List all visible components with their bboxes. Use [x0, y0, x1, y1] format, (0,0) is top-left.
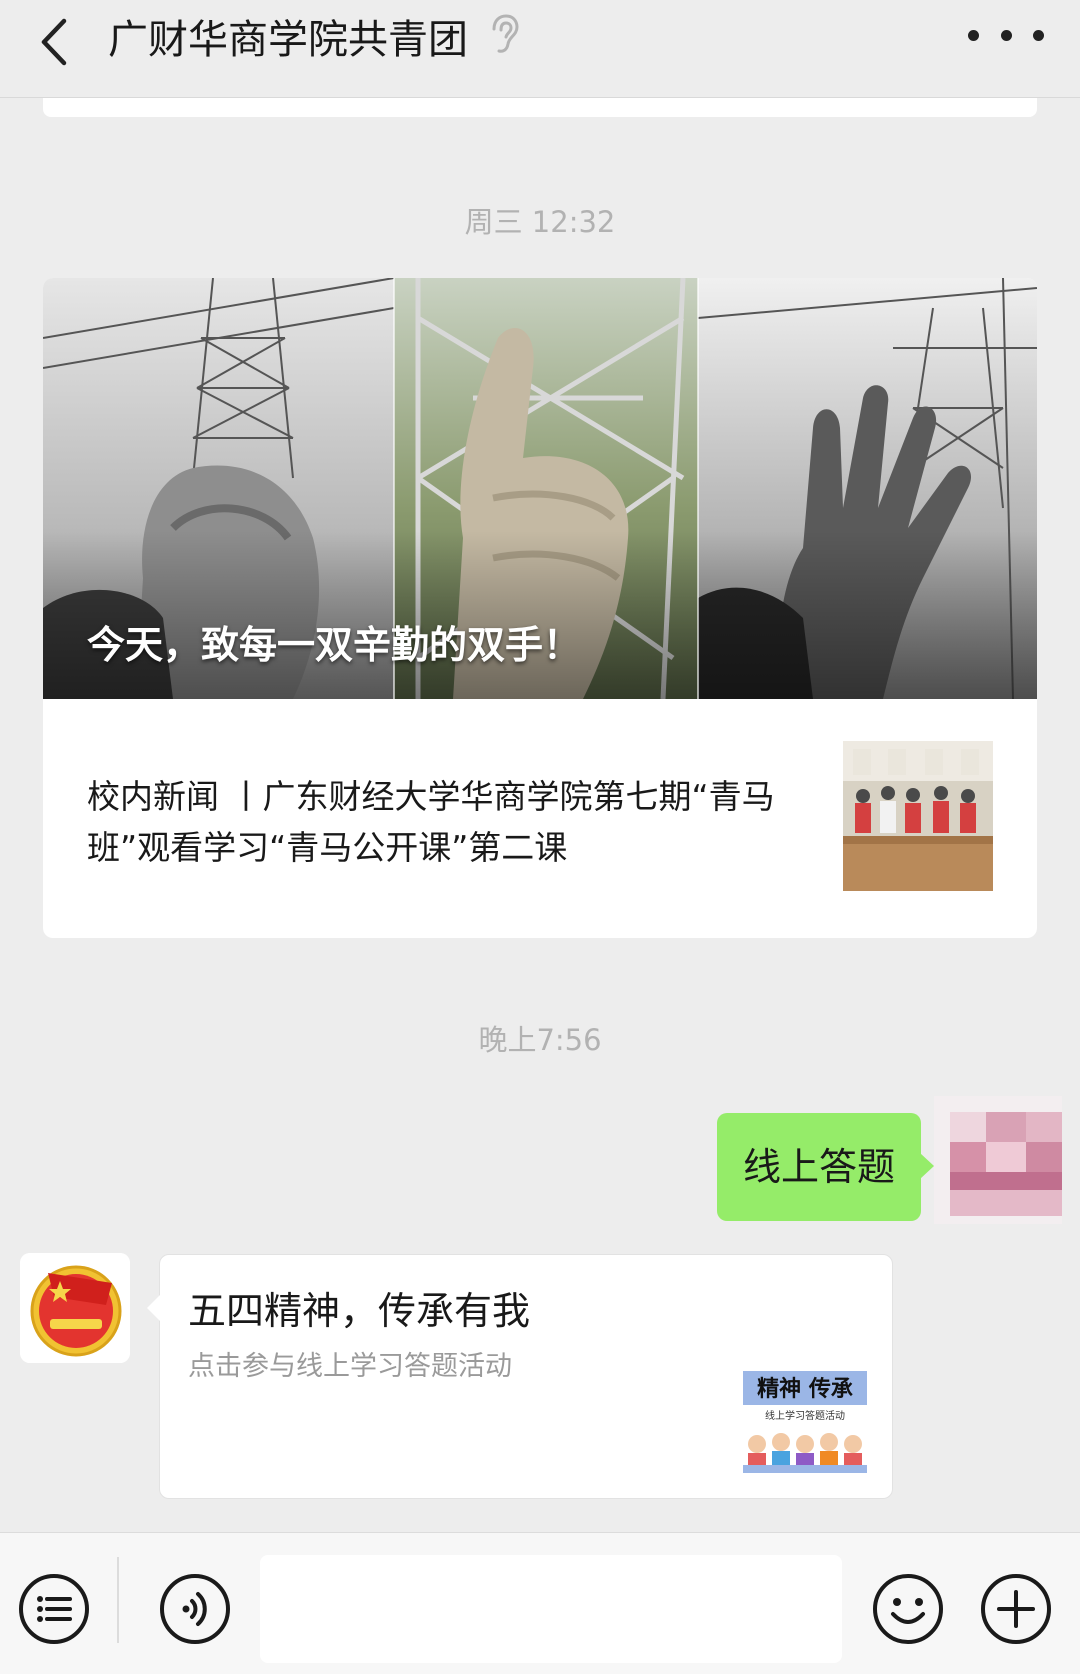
sub-article-item[interactable]: 校内新闻 丨广东财经大学华商学院第七期“青马班”观看学习“青马公开课”第二课	[43, 699, 1037, 938]
article-card[interactable]: 今天，致每一双辛勤的双手！ 校内新闻 丨广东财经大学华商学院第七期“青马班”观看…	[43, 278, 1037, 938]
official-account-avatar[interactable]	[20, 1253, 130, 1363]
link-card-thumbnail: 精神 传承 线上学习答题活动	[743, 1349, 867, 1473]
divider	[117, 1557, 119, 1643]
link-card-description: 点击参与线上学习答题活动	[188, 1351, 512, 1382]
voice-icon[interactable]	[158, 1572, 232, 1646]
message-input[interactable]	[260, 1555, 842, 1663]
avatar[interactable]	[934, 1096, 1062, 1224]
plus-icon[interactable]	[979, 1572, 1053, 1646]
chevron-left-icon	[41, 18, 67, 66]
top-bar: 广财华商学院共青团	[0, 0, 1080, 98]
emoji-icon[interactable]	[871, 1572, 945, 1646]
sub-article-title: 校内新闻 丨广东财经大学华商学院第七期“青马班”观看学习“青马公开课”第二课	[87, 777, 775, 867]
sub-article-thumbnail	[843, 741, 993, 891]
more-dots-icon	[968, 29, 979, 41]
chat-page: 广财华商学院共青团 周三 12:32 今天，致每一双辛勤的双手！ 校内新闻 丨广…	[0, 0, 1080, 1674]
back-button[interactable]	[30, 8, 90, 78]
ear-icon	[486, 13, 520, 55]
cover-caption: 今天，致每一双辛勤的双手！	[87, 623, 582, 667]
article-cover-image[interactable]: 今天，致每一双辛勤的双手！	[43, 278, 1037, 699]
timestamp: 周三 12:32	[464, 205, 616, 239]
thumb-sub-text: 线上学习答题活动	[765, 1409, 845, 1422]
menu-list-icon[interactable]	[17, 1572, 91, 1646]
timestamp: 晚上7:56	[478, 1023, 602, 1057]
input-bar	[0, 1532, 1080, 1674]
thumb-main-text: 精神 传承	[757, 1376, 853, 1402]
chat-title: 广财华商学院共青团	[108, 17, 468, 63]
link-card-title: 五四精神，传承有我	[188, 1289, 531, 1333]
previous-message-card[interactable]	[43, 98, 1037, 117]
shared-link-card[interactable]: 五四精神，传承有我 点击参与线上学习答题活动 精神 传承 线上学习答题活动	[147, 1254, 893, 1499]
more-button[interactable]	[968, 20, 1044, 50]
sent-message-bubble[interactable]: 线上答题	[717, 1113, 934, 1221]
